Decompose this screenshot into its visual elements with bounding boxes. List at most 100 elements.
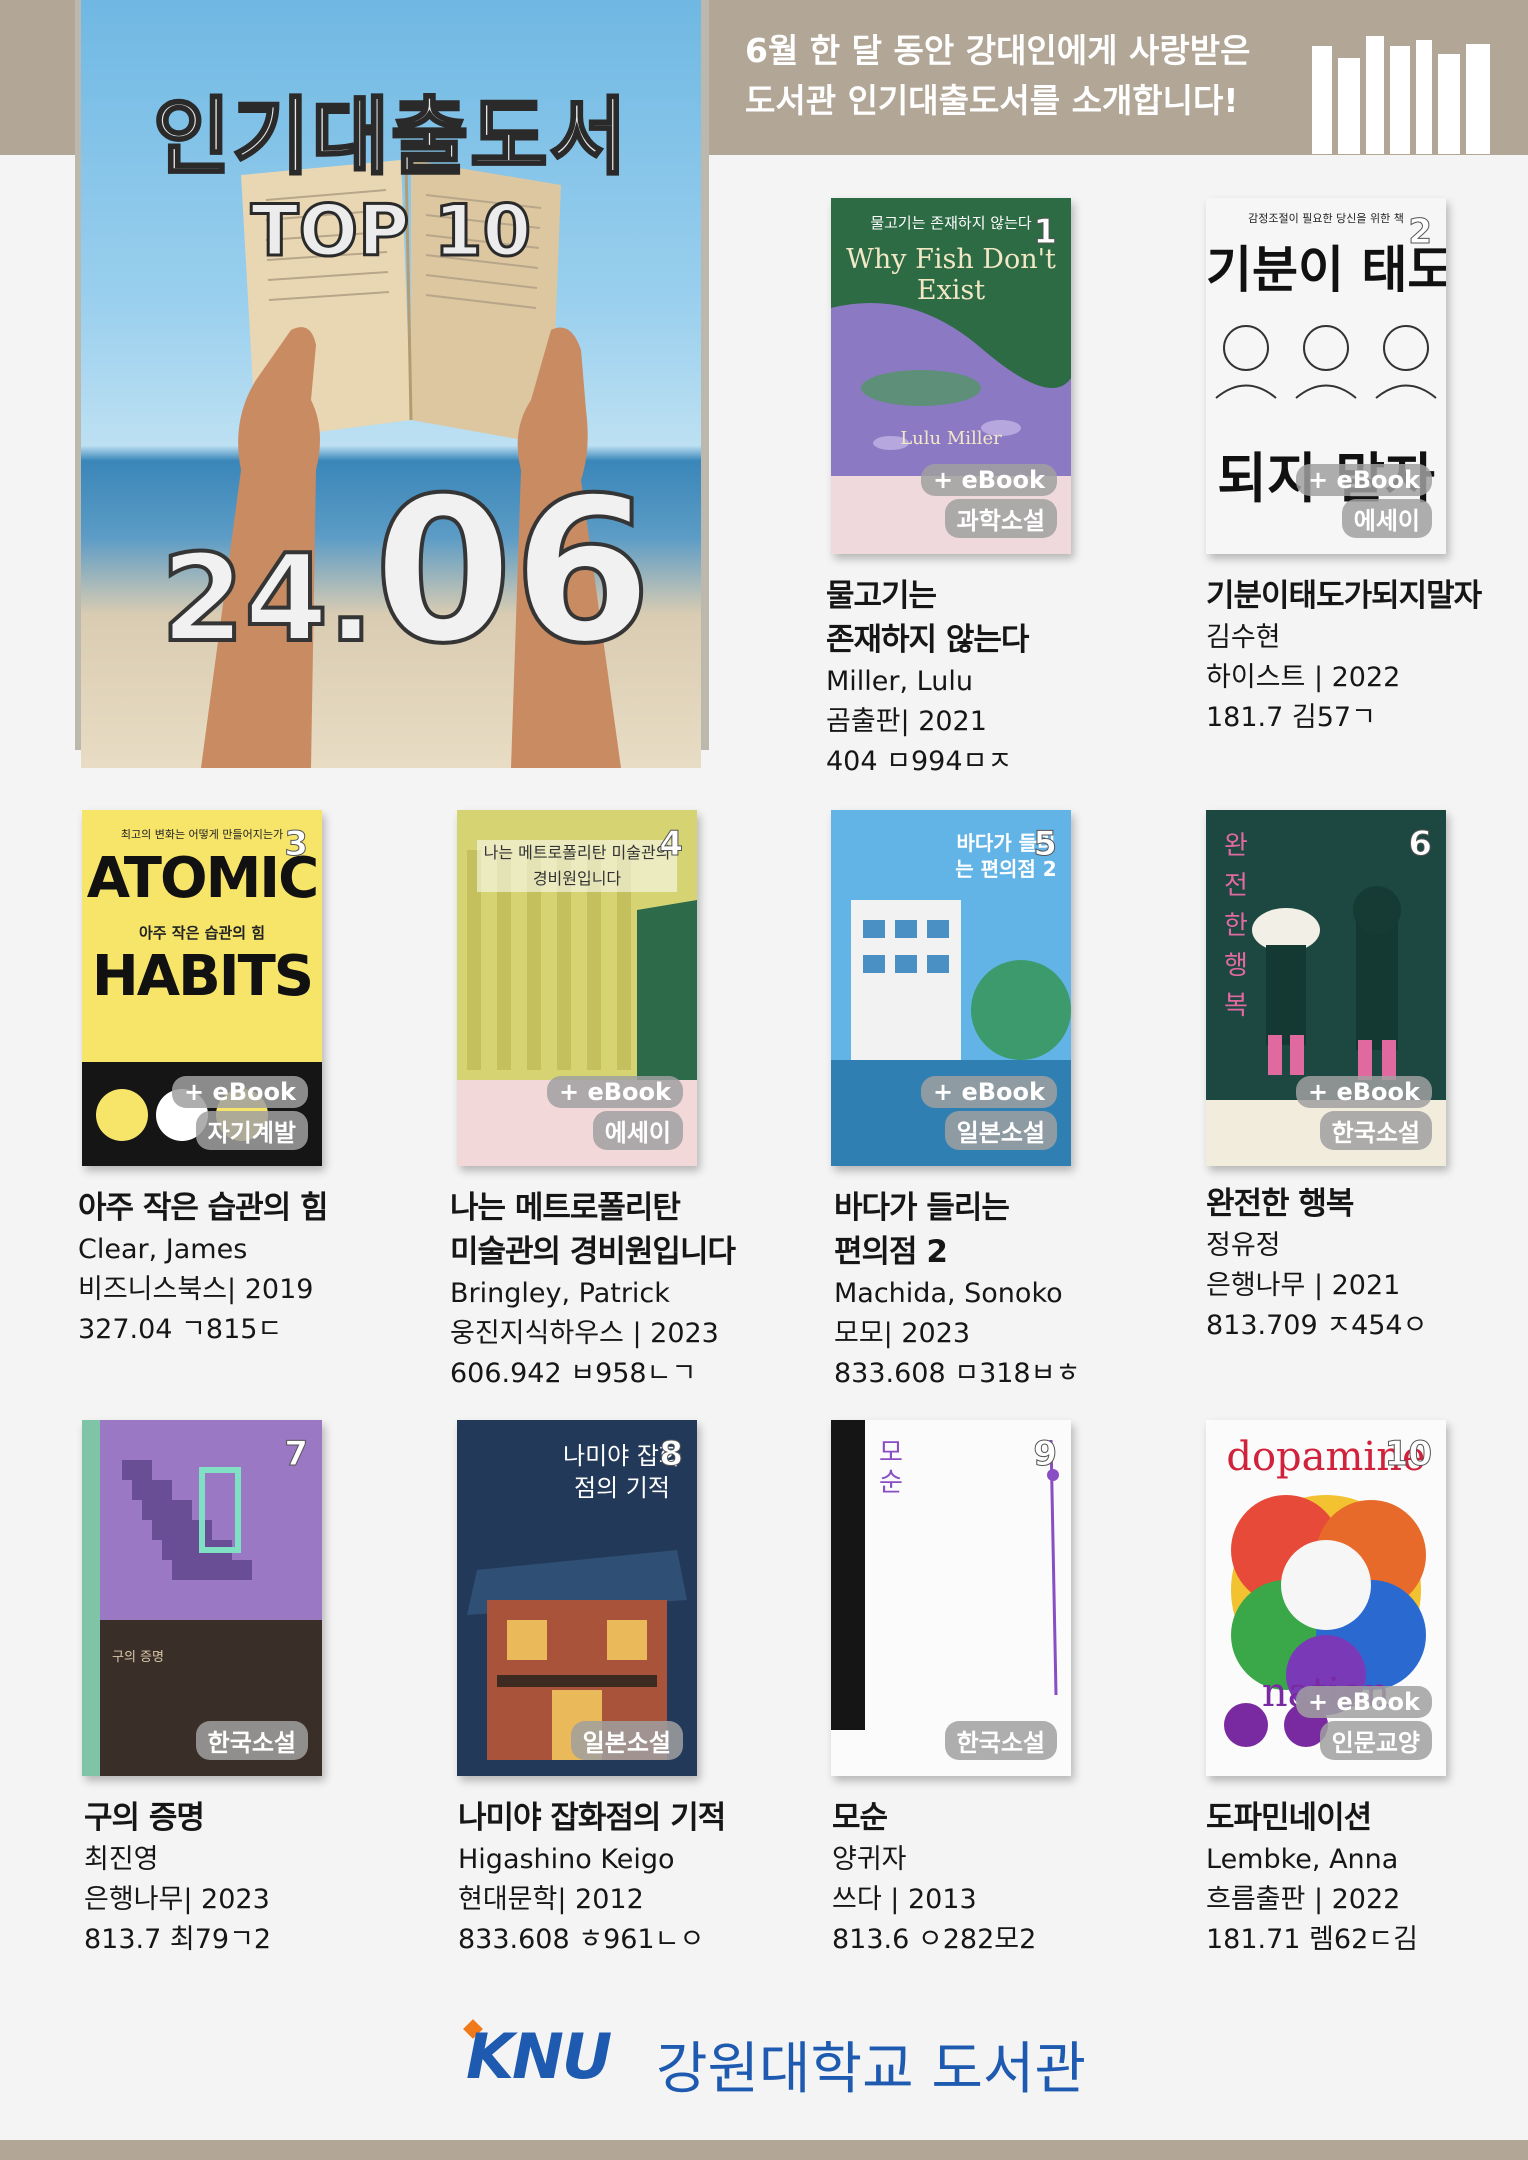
book-cover-8[interactable]: 나미야 잡화점의 기적 8 일본소설 <box>457 1420 697 1776</box>
book-publisher-year: 모모| 2023 <box>834 1318 971 1349</box>
cover-9-title: 모순 <box>879 1438 903 1498</box>
book-title-line: 구의 증명 <box>84 1800 205 1836</box>
book-author: Lembke, Anna <box>1206 1844 1399 1875</box>
book-author: Clear, James <box>78 1234 248 1265</box>
book-cover-2[interactable]: 감정조절이 필요한 당신을 위한 책 기분이 태도 되지 말자 2 + eBoo… <box>1206 198 1446 554</box>
ebook-badge[interactable]: + eBook <box>172 1076 308 1108</box>
hero-date-month: 06 <box>372 453 654 690</box>
genre-badge: 에세이 <box>592 1111 683 1150</box>
book-cover-5[interactable]: 바다가 들리는 편의점 2 5 + eBook 일본소설 <box>831 810 1071 1166</box>
book-title-line: 도파민네이션 <box>1206 1800 1372 1836</box>
rank-number: 4 <box>659 824 684 865</box>
book-title-line: 나는 메트로폴리탄 <box>450 1190 681 1226</box>
book-publisher-year: 하이스트 | 2022 <box>1206 662 1401 693</box>
book-cover-9[interactable]: 모순 9 한국소설 <box>831 1420 1071 1776</box>
book-publisher-year: 쓰다 | 2013 <box>832 1884 977 1915</box>
book-title-line: 물고기는 <box>826 578 937 614</box>
logo-knu: KNU <box>466 2020 612 2093</box>
book-call-number: 813.6 ㅇ282모2 <box>832 1924 1037 1955</box>
hero-date: 24.06 <box>159 453 654 690</box>
intro-text: 6월 한 달 동안 강대인에게 사랑받은 도서관 인기대출도서를 소개합니다! <box>745 26 1305 126</box>
genre-badge: 일본소설 <box>570 1721 683 1760</box>
cover-1-title: Why Fish Don't Exist <box>846 244 1056 306</box>
book-cover-3[interactable]: 최고의 변화는 어떻게 만들어지는가 ATOMIC 아주 작은 습관의 힘 HA… <box>82 810 322 1166</box>
book-author: Higashino Keigo <box>458 1844 675 1875</box>
book-title-line: 존재하지 않는다 <box>826 622 1029 658</box>
book-info-4: 나는 메트로폴리탄 미술관의 경비원입니다 Bringley, Patrick … <box>450 1186 736 1394</box>
logo-library-name: 강원대학교 도서관 <box>656 2037 1086 2102</box>
hero-subtitle: TOP 10 <box>249 189 532 274</box>
book-info-2: 기분이태도가되지말자 김수현 하이스트 | 2022 181.7 김57ㄱ <box>1206 574 1482 738</box>
book-call-number: 833.608 ㅎ961ㄴㅇ <box>458 1924 705 1955</box>
book-author: Bringley, Patrick <box>450 1278 670 1309</box>
ebook-badge[interactable]: + eBook <box>921 464 1057 496</box>
intro-line-1: 6월 한 달 동안 강대인에게 사랑받은 <box>745 31 1251 70</box>
book-cover-4[interactable]: 나는 메트로폴리탄 미술관의 경비원입니다 4 + eBook 에세이 <box>457 810 697 1166</box>
hero-title: 인기대출도서 <box>152 87 629 188</box>
ebook-badge[interactable]: + eBook <box>1296 1686 1432 1718</box>
genre-badge: 에세이 <box>1341 499 1432 538</box>
book-author: 김수현 <box>1206 622 1281 653</box>
book-publisher-year: 흐름출판 | 2022 <box>1206 1884 1401 1915</box>
book-cover-7[interactable]: 구의 증명 7 한국소설 <box>82 1420 322 1776</box>
book-title-line: 완전한 행복 <box>1206 1186 1354 1222</box>
genre-badge: 한국소설 <box>944 1721 1057 1760</box>
book-title-line: 나미야 잡화점의 기적 <box>458 1800 726 1836</box>
book-call-number: 833.608 ㅁ318ㅂㅎ <box>834 1358 1081 1389</box>
rank-number: 3 <box>284 824 309 865</box>
ebook-badge[interactable]: + eBook <box>547 1076 683 1108</box>
genre-badge: 과학소설 <box>944 499 1057 538</box>
book-call-number: 181.7 김57ㄱ <box>1206 702 1376 733</box>
genre-badge: 한국소설 <box>1319 1111 1432 1150</box>
cover-6-title: 완전한 행복 <box>1224 831 1248 1021</box>
book-title-line: 편의점 2 <box>834 1234 948 1270</box>
book-author: Miller, Lulu <box>826 666 973 697</box>
rank-number: 5 <box>1033 824 1058 865</box>
genre-badge: 자기계발 <box>195 1111 308 1150</box>
book-call-number: 404 ㅁ994ㅁㅈ <box>826 746 1013 777</box>
cover-7-title: 구의 증명 <box>112 1650 164 1665</box>
intro-line-2: 도서관 인기대출도서를 소개합니다! <box>745 81 1239 120</box>
book-title-line: 모순 <box>832 1800 888 1836</box>
book-info-1: 물고기는 존재하지 않는다 Miller, Lulu 곰출판| 2021 404… <box>826 574 1029 782</box>
book-publisher-year: 웅진지식하우스 | 2023 <box>450 1318 719 1349</box>
footer-band <box>0 2140 1528 2160</box>
hero-date-prefix: 24. <box>159 528 376 671</box>
book-author: 양귀자 <box>832 1844 907 1875</box>
cover-4-title: 나는 메트로폴리탄 미술관의 경비원입니다 <box>477 840 677 892</box>
book-info-5: 바다가 들리는 편의점 2 Machida, Sonoko 모모| 2023 8… <box>834 1186 1080 1394</box>
book-title-line: 아주 작은 습관의 힘 <box>78 1190 329 1226</box>
book-author: Machida, Sonoko <box>834 1278 1063 1309</box>
book-cover-1[interactable]: 물고기는 존재하지 않는다 Why Fish Don't Exist Lulu … <box>831 198 1071 554</box>
book-call-number: 813.7 최79ㄱ2 <box>84 1924 272 1955</box>
ebook-badge[interactable]: + eBook <box>921 1076 1057 1108</box>
book-publisher-year: 현대문학| 2012 <box>458 1884 644 1915</box>
genre-badge: 한국소설 <box>195 1721 308 1760</box>
bookshelf-icon <box>1312 36 1490 154</box>
book-call-number: 813.709 ㅈ454ㅇ <box>1206 1310 1428 1341</box>
rank-number: 8 <box>659 1434 684 1475</box>
book-info-10: 도파민네이션 Lembke, Anna 흐름출판 | 2022 181.71 렘… <box>1206 1796 1418 1960</box>
book-info-9: 모순 양귀자 쓰다 | 2013 813.6 ㅇ282모2 <box>832 1796 1036 1960</box>
book-cover-6[interactable]: 완전한 행복 6 + eBook 한국소설 <box>1206 810 1446 1166</box>
book-publisher-year: 은행나무| 2023 <box>84 1884 270 1915</box>
book-publisher-year: 곰출판| 2021 <box>826 706 987 737</box>
book-author: 최진영 <box>84 1844 159 1875</box>
rank-number: 10 <box>1384 1434 1432 1475</box>
hero-poster: 인기대출도서 TOP 10 24.06 <box>81 0 701 768</box>
cover-1-author: Lulu Miller <box>900 428 1002 449</box>
rank-number: 2 <box>1408 212 1433 253</box>
rank-number: 9 <box>1033 1434 1058 1475</box>
ebook-badge[interactable]: + eBook <box>1296 464 1432 496</box>
rank-number: 6 <box>1408 824 1433 865</box>
book-title-line: 미술관의 경비원입니다 <box>450 1234 736 1270</box>
book-cover-10[interactable]: dopamine nation 10 + eBook 인문교양 <box>1206 1420 1446 1776</box>
ebook-badge[interactable]: + eBook <box>1296 1076 1432 1108</box>
rank-number: 7 <box>284 1434 309 1475</box>
book-info-7: 구의 증명 최진영 은행나무| 2023 813.7 최79ㄱ2 <box>84 1796 271 1960</box>
book-info-3: 아주 작은 습관의 힘 Clear, James 비즈니스북스| 2019 32… <box>78 1186 329 1350</box>
book-publisher-year: 은행나무 | 2021 <box>1206 1270 1401 1301</box>
cover-3-title-2: HABITS <box>91 944 314 1009</box>
book-title-line: 바다가 들리는 <box>834 1190 1010 1226</box>
cover-3-subtitle: 아주 작은 습관의 힘 <box>138 924 266 942</box>
